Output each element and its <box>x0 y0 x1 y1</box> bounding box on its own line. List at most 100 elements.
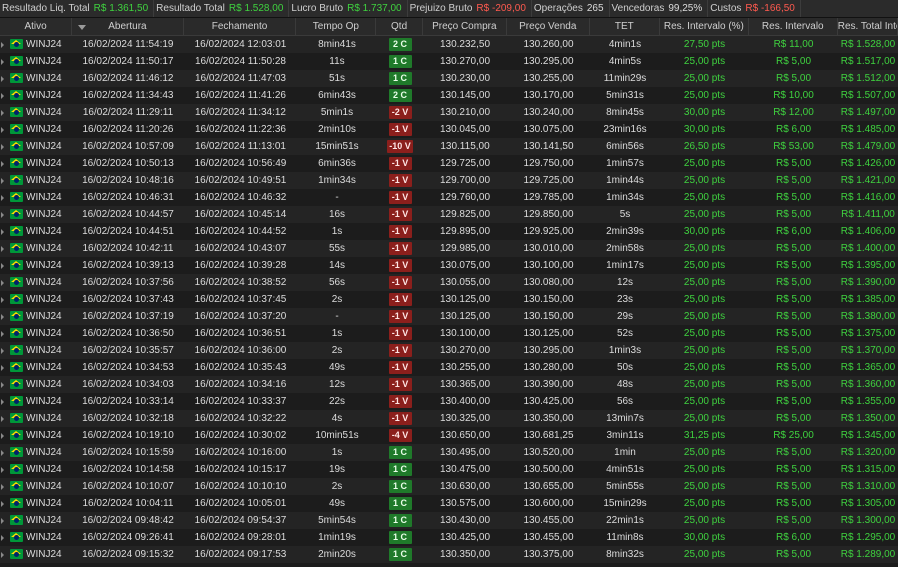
row-expand-arrow-icon[interactable] <box>1 365 4 371</box>
row-expand-arrow-icon[interactable] <box>1 178 4 184</box>
cell-tempo-op: - <box>335 311 339 322</box>
table-row[interactable]: WINJ24 16/02/2024 11:46:12 16/02/2024 11:4… <box>0 70 898 87</box>
table-row[interactable]: WINJ24 16/02/2024 10:32:18 16/02/2024 10:3… <box>0 410 898 427</box>
row-expand-arrow-icon[interactable] <box>1 314 4 320</box>
row-expand-arrow-icon[interactable] <box>1 93 4 99</box>
asset-symbol: WINJ24 <box>26 124 62 135</box>
cell-preco-compra: 130.650,00 <box>439 430 491 441</box>
table-row[interactable]: WINJ24 16/02/2024 11:29:11 16/02/2024 11:3… <box>0 104 898 121</box>
row-expand-arrow-icon[interactable] <box>1 246 4 252</box>
table-row[interactable]: WINJ24 16/02/2024 10:36:50 16/02/2024 10:3… <box>0 325 898 342</box>
row-expand-arrow-icon[interactable] <box>1 467 4 473</box>
row-expand-arrow-icon[interactable] <box>1 229 4 235</box>
table-row[interactable]: WINJ24 16/02/2024 09:15:32 16/02/2024 09:1… <box>0 546 898 563</box>
table-row[interactable]: WINJ24 16/02/2024 10:42:11 16/02/2024 10:4… <box>0 240 898 257</box>
cell-res-intervalo-pct: 25,00 pts <box>683 175 726 186</box>
row-expand-arrow-icon[interactable] <box>1 280 4 286</box>
brazil-flag-icon <box>10 430 23 440</box>
row-expand-arrow-icon[interactable] <box>1 144 4 150</box>
cell-ativo: WINJ24 <box>0 427 72 444</box>
table-row[interactable]: WINJ24 16/02/2024 09:48:42 16/02/2024 09:5… <box>0 512 898 529</box>
table-row[interactable]: WINJ24 16/02/2024 10:33:14 16/02/2024 10:3… <box>0 393 898 410</box>
cell-res-intervalo-pct: 25,00 pts <box>683 192 726 203</box>
cell-preco-venda: 130.455,00 <box>523 515 574 526</box>
table-row[interactable]: WINJ24 16/02/2024 10:34:03 16/02/2024 10:3… <box>0 376 898 393</box>
cell-res-intervalo-pct: 25,00 pts <box>683 481 726 492</box>
table-row[interactable]: WINJ24 16/02/2024 10:50:13 16/02/2024 10:5… <box>0 155 898 172</box>
column-header-tempo-op[interactable]: Tempo Op <box>296 18 377 35</box>
row-expand-arrow-icon[interactable] <box>1 501 4 507</box>
row-expand-arrow-icon[interactable] <box>1 484 4 490</box>
table-row[interactable]: WINJ24 16/02/2024 10:15:59 16/02/2024 10:1… <box>0 444 898 461</box>
column-header-res-total-intervalo[interactable]: Res. Total Intervalo <box>838 18 898 35</box>
row-expand-arrow-icon[interactable] <box>1 212 4 218</box>
row-expand-arrow-icon[interactable] <box>1 161 4 167</box>
column-header-tet[interactable]: TET <box>590 18 660 35</box>
table-row[interactable]: WINJ24 16/02/2024 11:20:26 16/02/2024 11:2… <box>0 121 898 138</box>
row-expand-arrow-icon[interactable] <box>1 348 4 354</box>
row-expand-arrow-icon[interactable] <box>1 195 4 201</box>
column-header-res-intervalo-pct[interactable]: Res. Intervalo (%) <box>660 18 749 35</box>
row-expand-arrow-icon[interactable] <box>1 331 4 337</box>
row-expand-arrow-icon[interactable] <box>1 416 4 422</box>
row-expand-arrow-icon[interactable] <box>1 382 4 388</box>
table-row[interactable]: WINJ24 16/02/2024 10:10:07 16/02/2024 10:1… <box>0 478 898 495</box>
cell-tet: 23min16s <box>603 124 647 135</box>
row-expand-arrow-icon[interactable] <box>1 450 4 456</box>
row-expand-arrow-icon[interactable] <box>1 433 4 439</box>
cell-qtd: -1 V <box>377 308 423 325</box>
row-expand-arrow-icon[interactable] <box>1 263 4 269</box>
row-expand-arrow-icon[interactable] <box>1 399 4 405</box>
table-row[interactable]: WINJ24 16/02/2024 10:44:57 16/02/2024 10:4… <box>0 206 898 223</box>
row-expand-arrow-icon[interactable] <box>1 42 4 48</box>
table-row[interactable]: WINJ24 16/02/2024 10:37:19 16/02/2024 10:3… <box>0 308 898 325</box>
table-row[interactable]: WINJ24 16/02/2024 11:34:43 16/02/2024 11:4… <box>0 87 898 104</box>
cell-res-intervalo-pct: 25,00 pts <box>683 362 726 373</box>
column-header-preco-venda[interactable]: Preço Venda <box>507 18 590 35</box>
row-expand-arrow-icon[interactable] <box>1 535 4 541</box>
column-header-ativo[interactable]: Ativo <box>0 18 73 35</box>
cell-res-intervalo-pct: 25,00 pts <box>683 73 726 84</box>
row-expand-arrow-icon[interactable] <box>1 552 4 558</box>
row-expand-arrow-icon[interactable] <box>1 76 4 82</box>
cell-res-total-intervalo: R$ 1.528,00 <box>840 39 896 50</box>
table-row[interactable]: WINJ24 16/02/2024 10:44:51 16/02/2024 10:4… <box>0 223 898 240</box>
table-row[interactable]: WINJ24 16/02/2024 11:54:19 16/02/2024 12:0… <box>0 36 898 53</box>
table-row[interactable]: WINJ24 16/02/2024 10:46:31 16/02/2024 10:4… <box>0 189 898 206</box>
cell-ativo: WINJ24 <box>0 325 72 342</box>
row-expand-arrow-icon[interactable] <box>1 518 4 524</box>
cell-preco-compra: 130.125,00 <box>439 294 491 305</box>
cell-tet: 29s <box>616 311 634 322</box>
row-expand-arrow-icon[interactable] <box>1 297 4 303</box>
cell-preco-compra: 130.125,00 <box>439 311 491 322</box>
brazil-flag-icon <box>10 379 23 389</box>
column-header-abertura[interactable]: Abertura <box>72 18 184 35</box>
cell-preco-venda: 130.520,00 <box>523 447 574 458</box>
cell-qtd: -1 V <box>377 206 423 223</box>
table-row[interactable]: WINJ24 16/02/2024 10:35:57 16/02/2024 10:3… <box>0 342 898 359</box>
asset-symbol: WINJ24 <box>26 464 62 475</box>
table-row[interactable]: WINJ24 16/02/2024 09:26:41 16/02/2024 09:2… <box>0 529 898 546</box>
column-header-fechamento[interactable]: Fechamento <box>184 18 297 35</box>
table-row[interactable]: WINJ24 16/02/2024 10:37:56 16/02/2024 10:3… <box>0 274 898 291</box>
column-header-qtd[interactable]: Qtd <box>376 18 423 35</box>
row-expand-arrow-icon[interactable] <box>1 59 4 65</box>
summary-stat-value: 99,25% <box>668 3 703 14</box>
cell-res-intervalo: R$ 5,00 <box>775 175 812 186</box>
column-header-res-intervalo[interactable]: Res. Intervalo <box>749 18 838 35</box>
row-expand-arrow-icon[interactable] <box>1 110 4 116</box>
table-row[interactable]: WINJ24 16/02/2024 10:14:58 16/02/2024 10:1… <box>0 461 898 478</box>
table-row[interactable]: WINJ24 16/02/2024 10:39:13 16/02/2024 10:3… <box>0 257 898 274</box>
table-row[interactable]: WINJ24 16/02/2024 10:37:43 16/02/2024 10:3… <box>0 291 898 308</box>
row-expand-arrow-icon[interactable] <box>1 127 4 133</box>
cell-abertura: 16/02/2024 09:26:41 <box>82 532 174 543</box>
table-row[interactable]: WINJ24 16/02/2024 10:04:11 16/02/2024 10:0… <box>0 495 898 512</box>
table-row[interactable]: WINJ24 16/02/2024 10:19:10 16/02/2024 10:3… <box>0 427 898 444</box>
cell-tet: 50s <box>616 362 634 373</box>
column-header-preco-compra[interactable]: Preço Compra <box>423 18 507 35</box>
cell-res-intervalo: R$ 5,00 <box>775 345 812 356</box>
table-row[interactable]: WINJ24 16/02/2024 10:57:09 16/02/2024 11:1… <box>0 138 898 155</box>
table-row[interactable]: WINJ24 16/02/2024 10:48:16 16/02/2024 10:4… <box>0 172 898 189</box>
table-row[interactable]: WINJ24 16/02/2024 10:34:53 16/02/2024 10:3… <box>0 359 898 376</box>
table-row[interactable]: WINJ24 16/02/2024 11:50:17 16/02/2024 11:5… <box>0 53 898 70</box>
